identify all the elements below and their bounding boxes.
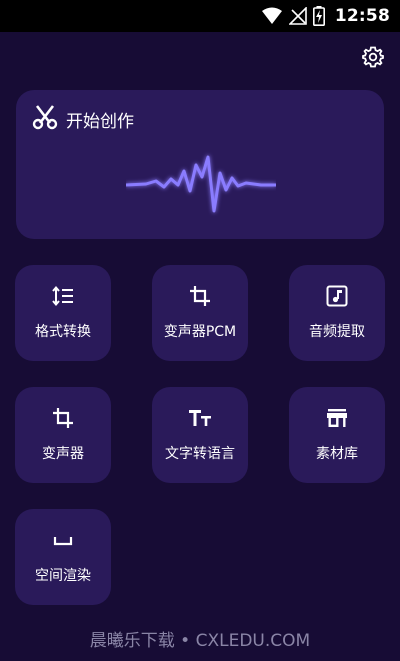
start-creating-card[interactable]: 开始创作 bbox=[16, 90, 384, 239]
tool-label: 素材库 bbox=[316, 446, 358, 462]
crop-icon bbox=[52, 407, 74, 433]
tool-audio-extract[interactable]: 音频提取 bbox=[289, 265, 385, 361]
settings-button[interactable] bbox=[361, 45, 385, 69]
wifi-icon bbox=[261, 7, 283, 25]
crop-icon bbox=[189, 285, 211, 311]
clock: 12:58 bbox=[334, 6, 390, 26]
hero-title: 开始创作 bbox=[66, 111, 134, 132]
tool-spatial-render[interactable]: 空间渲染 bbox=[15, 509, 111, 605]
tool-label: 变声器 bbox=[42, 446, 84, 462]
tool-material-library[interactable]: 素材库 bbox=[289, 387, 385, 483]
tool-voice-changer-pcm[interactable]: 变声器PCM bbox=[152, 265, 248, 361]
tool-label: 空间渲染 bbox=[35, 568, 91, 584]
store-icon bbox=[326, 407, 348, 433]
tool-label: 文字转语言 bbox=[165, 446, 235, 462]
tool-format-convert[interactable]: 格式转换 bbox=[15, 265, 111, 361]
tool-text-to-speech[interactable]: 文字转语言 bbox=[152, 387, 248, 483]
status-bar: 12:58 bbox=[0, 0, 400, 32]
space-bar-icon bbox=[52, 529, 74, 555]
tool-label: 音频提取 bbox=[309, 324, 365, 340]
text-size-icon bbox=[188, 407, 212, 433]
waveform-icon bbox=[125, 145, 276, 224]
battery-charging-icon bbox=[312, 6, 325, 26]
tool-voice-changer[interactable]: 变声器 bbox=[15, 387, 111, 483]
no-signal-icon bbox=[288, 7, 307, 25]
watermark: 晨曦乐下载 • CXLEDU.COM bbox=[89, 631, 311, 651]
format-list-icon bbox=[52, 285, 74, 311]
music-note-icon bbox=[326, 285, 348, 311]
gear-icon bbox=[361, 46, 385, 73]
tool-label: 变声器PCM bbox=[163, 324, 237, 340]
tool-label: 格式转换 bbox=[35, 324, 91, 340]
scissors-icon bbox=[32, 104, 58, 134]
